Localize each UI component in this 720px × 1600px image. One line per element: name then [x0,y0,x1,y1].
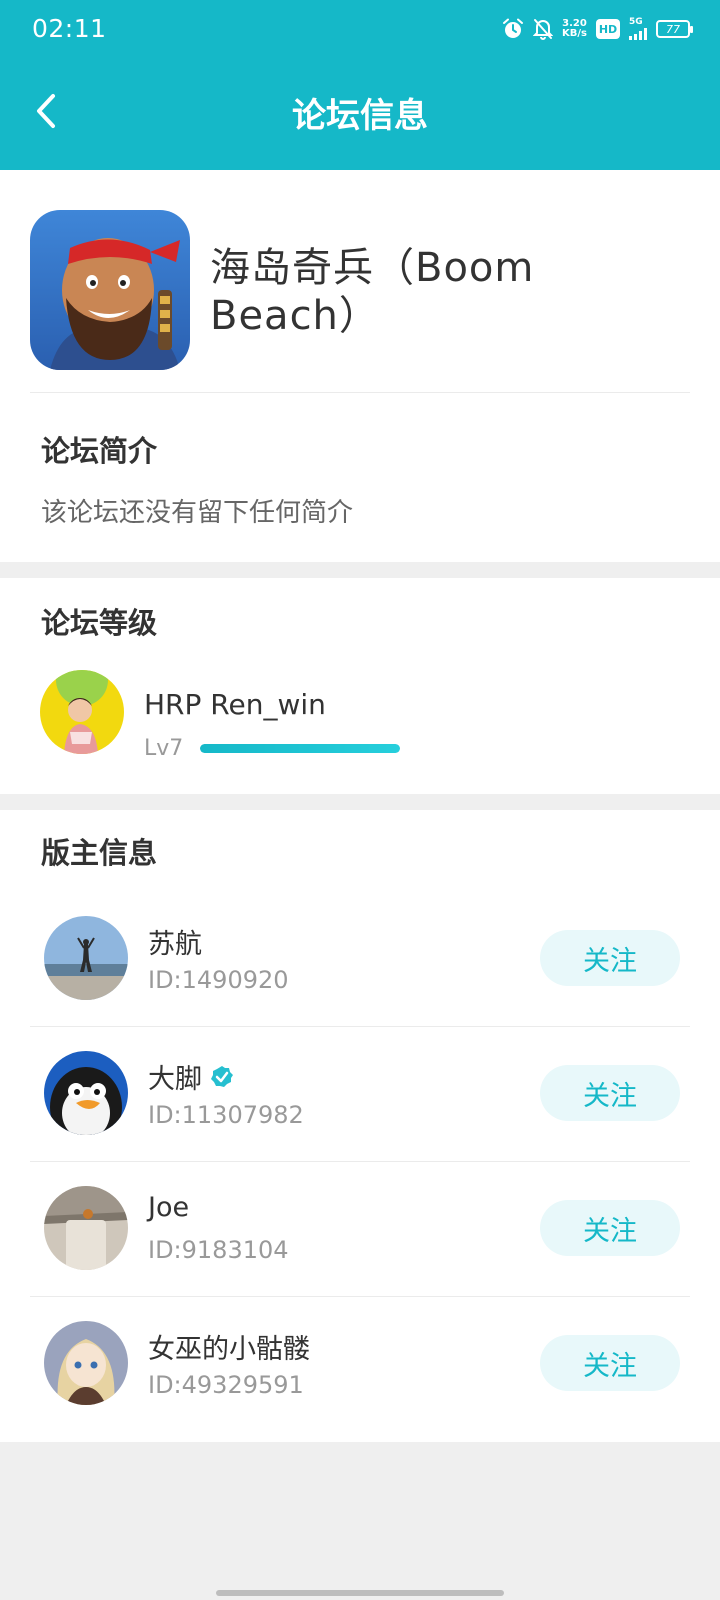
forum-info-page: 02:11 3.20 KB/s HD 5G 77 论坛信息 海岛奇兵（Boom … [0,0,720,1600]
status-icons: 3.20 KB/s HD 5G 77 [502,16,693,42]
level-label: Lv7 [144,736,184,761]
moderator-name: 女巫的小骷髅 [148,1327,310,1366]
intro-text: 该论坛还没有留下任何简介 [41,498,354,528]
follow-button[interactable]: 关注 [540,1200,680,1256]
avatar[interactable] [44,1051,128,1135]
moderator-name-text: 大脚 [148,1064,202,1095]
divider [30,392,690,393]
moderator-name-text: 女巫的小骷髅 [148,1334,310,1365]
follow-button[interactable]: 关注 [540,930,680,986]
level-card: 论坛等级 HRP Ren_win Lv7 [0,578,720,794]
moderator-name: Joe [148,1192,189,1223]
moderator-id: ID:49329591 [148,1371,304,1399]
signal-bars [629,28,647,40]
moderator-name: 苏航 [148,922,202,961]
avatar[interactable] [44,1321,128,1405]
moderators-title: 版主信息 [41,836,158,870]
level-progress-bar [200,744,400,753]
moderator-name: 大脚 [148,1057,234,1096]
moderator-id: ID:1490920 [148,966,289,994]
follow-button[interactable]: 关注 [540,1335,680,1391]
intro-title: 论坛简介 [41,434,158,468]
moderator-id: ID:9183104 [148,1236,289,1264]
net-speed: 3.20 KB/s [562,19,587,39]
level-title: 论坛等级 [41,606,158,640]
battery-icon: 77 [656,20,693,38]
moderator-id: ID:11307982 [148,1101,304,1129]
page-title: 论坛信息 [292,96,428,136]
list-item: 大脚 ID:11307982 关注 [0,1027,720,1162]
level-progress-fill [200,744,400,753]
battery-level: 77 [666,22,680,36]
avatar[interactable] [44,916,128,1000]
forum-name: 海岛奇兵（Boom Beach） [210,245,535,339]
top-bar: 02:11 3.20 KB/s HD 5G 77 论坛信息 [0,0,720,170]
list-item: 苏航 ID:1490920 关注 [0,892,720,1027]
home-indicator[interactable] [216,1590,504,1596]
forum-card: 海岛奇兵（Boom Beach） 论坛简介 该论坛还没有留下任何简介 [0,170,720,562]
net-speed-unit: KB/s [562,28,587,39]
alarm-icon [503,18,524,38]
list-item: Joe ID:9183104 关注 [0,1162,720,1297]
hd-badge: HD [596,19,620,39]
signal-icon: 5G [629,18,647,40]
avatar[interactable] [44,1186,128,1270]
list-item: 女巫的小骷髅 ID:49329591 关注 [0,1297,720,1432]
moderator-name-text: 苏航 [148,929,202,960]
moderators-card: 版主信息 苏航 ID:1490920 关注 大脚 ID:11307982 关注 … [0,810,720,1442]
bell-off-icon [533,19,554,40]
avatar[interactable] [40,670,124,754]
follow-button[interactable]: 关注 [540,1065,680,1121]
status-time: 02:11 [32,14,107,43]
level-user-name: HRP Ren_win [144,688,326,721]
verified-badge-icon [211,1065,233,1087]
moderator-name-text: Joe [148,1192,190,1223]
signal-label: 5G [629,17,643,27]
forum-game-icon [30,210,190,370]
